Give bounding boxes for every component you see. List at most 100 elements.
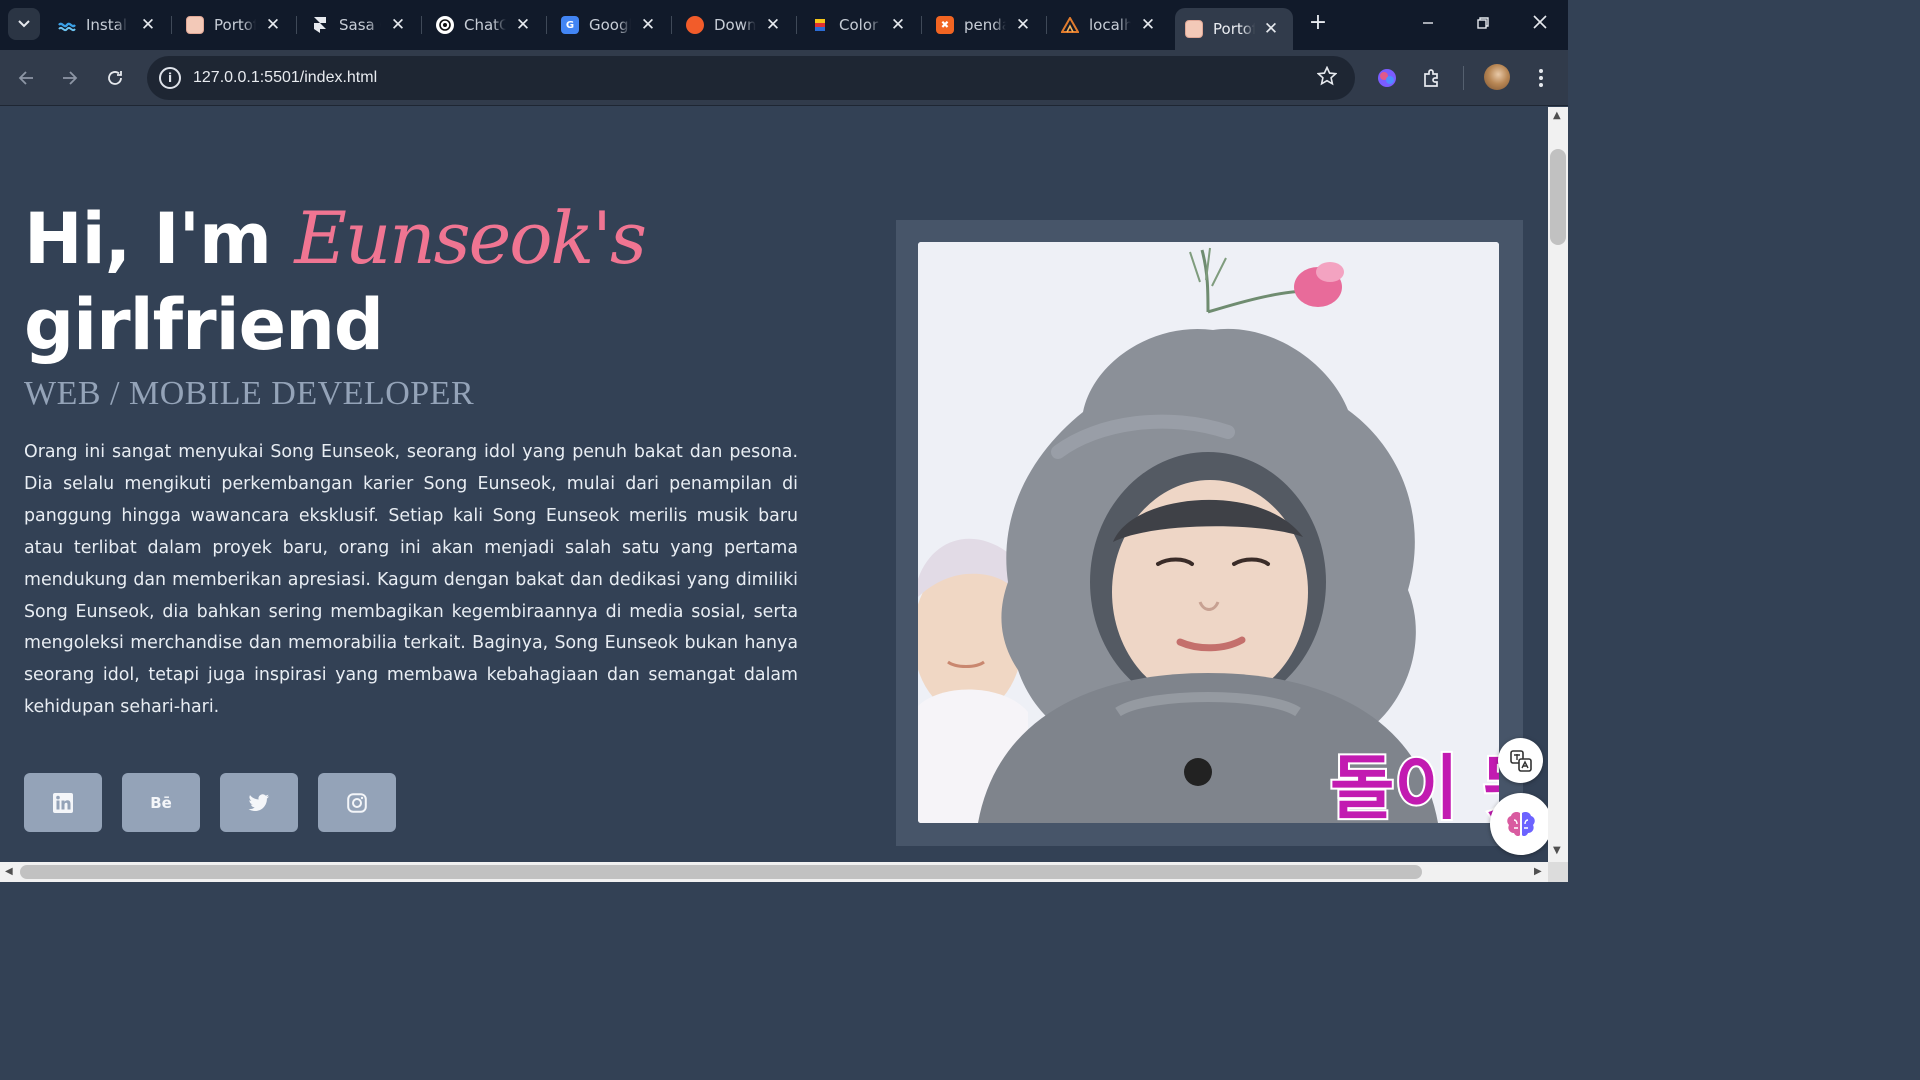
behance-icon: Bē: [150, 793, 172, 812]
hero-heading: Hi, I'm Eunseok's girlfriend: [24, 195, 647, 368]
linkedin-icon: [53, 792, 73, 813]
scroll-up-arrow-icon[interactable]: ▲: [1553, 110, 1561, 121]
behance-button[interactable]: Bē: [122, 773, 200, 832]
new-tab-button[interactable]: +: [1306, 12, 1330, 36]
translate-icon: [1509, 749, 1532, 772]
browser-toolbar: i 127.0.0.1:5501/index.html: [0, 50, 1568, 106]
tab-title: Install: [86, 16, 128, 34]
linkedin-button[interactable]: [24, 773, 102, 832]
assistant-float-button[interactable]: [1490, 793, 1548, 855]
hero-title-rest: girlfriend: [24, 284, 384, 366]
framer-icon: [311, 16, 329, 34]
color-favicon: [811, 16, 829, 34]
twitter-button[interactable]: [220, 773, 298, 832]
tab-title: Google Translate: [589, 16, 631, 34]
tab-title: Color: [839, 16, 879, 34]
tab-localhost[interactable]: localhost ✕: [1061, 8, 1158, 42]
profile-photo-illustration: 돌이 됐: [918, 242, 1499, 823]
scroll-down-arrow-icon[interactable]: ▼: [1553, 845, 1561, 856]
close-icon[interactable]: ✕: [1013, 15, 1033, 35]
menu-kebab-icon[interactable]: [1525, 62, 1557, 94]
close-icon[interactable]: ✕: [888, 15, 908, 35]
close-icon[interactable]: ✕: [388, 15, 408, 35]
tab-search-button[interactable]: [8, 8, 40, 40]
instagram-icon: [347, 792, 367, 813]
tab-google-translate[interactable]: G Google Translate ✕: [561, 8, 658, 42]
tab-title: Portofolio: [1213, 20, 1255, 38]
close-icon[interactable]: ✕: [638, 15, 658, 35]
tab-color[interactable]: Color ✕: [811, 8, 908, 42]
close-icon[interactable]: ✕: [763, 15, 783, 35]
close-icon[interactable]: ✕: [263, 15, 283, 35]
restore-icon: [1477, 17, 1489, 29]
tab-download[interactable]: Download ✕: [686, 8, 783, 42]
page-viewport: Hi, I'm Eunseok's girlfriend WEB / MOBIL…: [0, 107, 1548, 862]
close-icon[interactable]: ✕: [1261, 19, 1281, 39]
close-icon[interactable]: ✕: [513, 15, 533, 35]
tab-separator: [171, 16, 172, 34]
hero-subtitle: WEB / MOBILE DEVELOPER: [24, 375, 475, 412]
vertical-scroll-thumb[interactable]: [1550, 149, 1566, 245]
tab-separator: [296, 16, 297, 34]
vertical-scrollbar[interactable]: ▲ ▼: [1548, 107, 1568, 862]
localhost-icon: [1061, 16, 1079, 34]
arrow-left-icon: [18, 71, 33, 85]
close-icon: [1533, 15, 1547, 29]
chevron-down-icon: [18, 20, 30, 28]
translate-float-button[interactable]: [1498, 738, 1543, 783]
profile-avatar[interactable]: [1484, 64, 1510, 90]
wave-icon: [58, 16, 76, 34]
scroll-right-arrow-icon[interactable]: ▶: [1534, 866, 1542, 877]
tab-pendaftaran[interactable]: ✖ pendaftaran ✕: [936, 8, 1033, 42]
horizontal-scrollbar[interactable]: ◀ ▶: [0, 862, 1548, 882]
hero-name: Eunseok's: [294, 196, 647, 280]
tab-sasa[interactable]: Sasa Glass ✕: [311, 8, 408, 42]
profile-photo-frame: 돌이 됐: [896, 220, 1523, 846]
profile-photo: 돌이 됐: [918, 242, 1499, 823]
portfolio-favicon: [1185, 20, 1203, 38]
back-button[interactable]: [10, 62, 42, 94]
portfolio-favicon: [186, 16, 204, 34]
forward-button[interactable]: [54, 62, 86, 94]
minimize-icon: [1423, 22, 1433, 24]
tab-separator: [671, 16, 672, 34]
tab-install[interactable]: Install ✕: [58, 8, 158, 42]
close-icon[interactable]: ✕: [1138, 15, 1158, 35]
tab-title: Portofolio: [214, 16, 256, 34]
toolbar-divider: [1463, 66, 1464, 90]
address-bar[interactable]: i 127.0.0.1:5501/index.html: [147, 56, 1355, 100]
horizontal-scroll-thumb[interactable]: [20, 865, 1422, 879]
site-info-icon[interactable]: i: [159, 67, 181, 89]
tab-title: localhost: [1089, 16, 1131, 34]
twitter-icon: [248, 793, 269, 811]
hero-greeting: Hi, I'm: [24, 198, 295, 280]
hero-bio: Orang ini sangat menyukai Song Eunseok, …: [24, 442, 798, 718]
extensions-puzzle-icon[interactable]: [1416, 62, 1448, 94]
google-translate-icon: G: [561, 16, 579, 34]
reload-icon: [108, 71, 122, 85]
brain-icon: [1507, 812, 1535, 837]
reload-button[interactable]: [99, 62, 131, 94]
tab-title: pendaftaran: [964, 16, 1006, 34]
close-icon[interactable]: ✕: [138, 15, 158, 35]
instagram-button[interactable]: [318, 773, 396, 832]
url-text[interactable]: 127.0.0.1:5501/index.html: [193, 69, 377, 87]
tab-separator: [796, 16, 797, 34]
tab-title: ChatGPT: [464, 16, 506, 34]
scroll-left-arrow-icon[interactable]: ◀: [5, 866, 13, 877]
bookmark-star-icon[interactable]: [1316, 65, 1338, 92]
tab-portofolio[interactable]: Portofolio ✕: [186, 8, 283, 42]
tab-title: Sasa Glass: [339, 16, 381, 34]
scrollbar-corner: [1548, 862, 1568, 882]
tab-portofolio-active[interactable]: Portofolio ✕: [1175, 8, 1293, 50]
tab-chatgpt[interactable]: ChatGPT ✕: [436, 8, 533, 42]
tab-separator: [421, 16, 422, 34]
minimize-button[interactable]: [1414, 10, 1442, 38]
close-window-button[interactable]: [1526, 10, 1554, 38]
tab-title: Download: [714, 16, 756, 34]
download-favicon: [686, 16, 704, 34]
restore-button[interactable]: [1469, 10, 1497, 38]
tab-separator: [1046, 16, 1047, 34]
tab-separator: [546, 16, 547, 34]
gemini-extension-icon[interactable]: [1371, 62, 1403, 94]
